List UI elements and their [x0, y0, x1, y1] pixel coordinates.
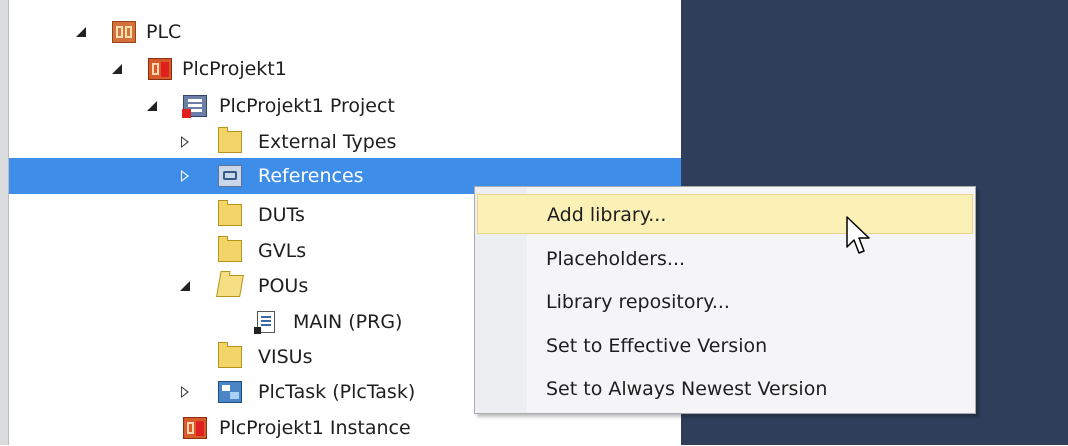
tree-item-plc[interactable]: PLC: [9, 14, 681, 50]
tree-item-label: References: [258, 165, 364, 187]
menu-item-add-library[interactable]: Add library...: [477, 194, 973, 234]
menu-item-label: Set to Always Newest Version: [546, 378, 828, 400]
tree-item-plc-project[interactable]: PlcProjekt1: [9, 51, 681, 87]
menu-item-library-repository[interactable]: Library repository...: [477, 282, 973, 322]
tree-item-project-file[interactable]: PlcProjekt1 Project: [9, 88, 681, 124]
menu-item-set-always-newest-version[interactable]: Set to Always Newest Version: [477, 369, 973, 409]
menu-item-placeholders[interactable]: Placeholders...: [477, 239, 973, 279]
tree-item-label: DUTs: [258, 204, 305, 226]
tree-item-label: VISUs: [258, 346, 313, 368]
plc-icon: [112, 21, 136, 43]
menu-item-label: Set to Effective Version: [546, 335, 768, 357]
menu-item-label: Placeholders...: [546, 248, 686, 270]
folder-icon: [218, 127, 242, 153]
menu-item-set-effective-version[interactable]: Set to Effective Version: [477, 326, 973, 366]
menu-item-label: Add library...: [547, 204, 667, 226]
plc-instance-icon: [183, 417, 207, 439]
folder-icon: [218, 342, 242, 368]
window-border: [0, 0, 8, 445]
project-file-icon: [182, 95, 207, 118]
tree-item-label: PlcProjekt1: [182, 58, 287, 80]
tree-item-external-types[interactable]: External Types: [9, 124, 681, 160]
tree-item-label: PlcProjekt1 Instance: [219, 417, 411, 439]
tree-item-label: MAIN (PRG): [293, 311, 403, 333]
folder-icon: [218, 200, 242, 226]
folder-open-icon: [216, 275, 244, 297]
tree-item-label: External Types: [258, 131, 397, 153]
menu-item-label: Library repository...: [546, 291, 730, 313]
expand-arrow-icon[interactable]: [112, 64, 122, 74]
collapse-arrow-icon[interactable]: [181, 136, 189, 148]
context-menu: Add library... Placeholders... Library r…: [474, 186, 976, 414]
references-icon: [218, 165, 242, 187]
folder-icon: [218, 236, 242, 262]
mouse-cursor-icon: [846, 216, 870, 254]
plc-project-icon: [148, 58, 172, 80]
tree-item-plc-instance[interactable]: PlcProjekt1 Instance: [9, 410, 681, 446]
tree-item-label: PLC: [146, 21, 182, 43]
task-icon: [218, 381, 242, 403]
collapse-arrow-icon[interactable]: [181, 386, 189, 398]
expand-arrow-icon[interactable]: [76, 27, 86, 37]
expand-arrow-icon[interactable]: [180, 281, 190, 291]
collapse-arrow-icon[interactable]: [181, 170, 189, 182]
program-document-icon: [254, 311, 275, 334]
tree-item-label: PlcProjekt1 Project: [219, 95, 395, 117]
tree-item-label: PlcTask (PlcTask): [258, 381, 416, 403]
tree-item-label: GVLs: [258, 240, 307, 262]
tree-item-label: POUs: [258, 275, 309, 297]
expand-arrow-icon[interactable]: [147, 101, 157, 111]
